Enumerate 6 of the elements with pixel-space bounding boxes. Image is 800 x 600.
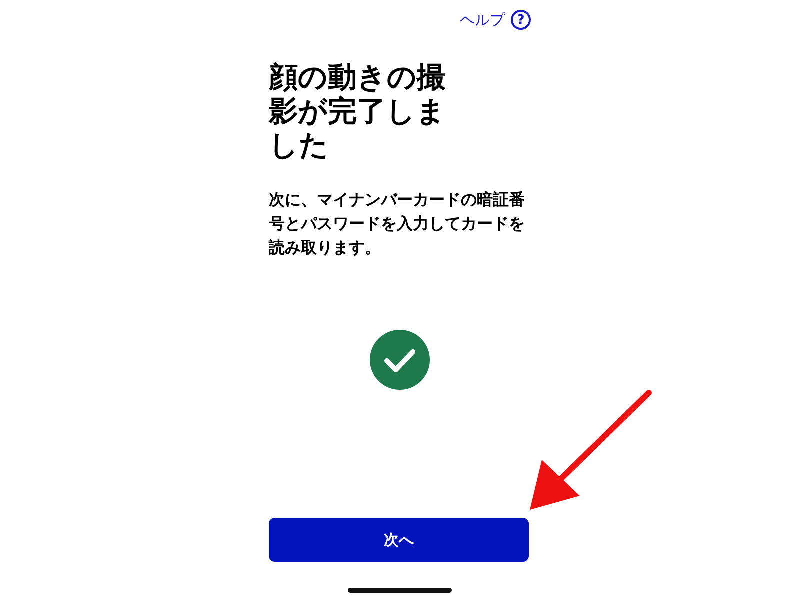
page-title: 顔の動きの撮影が完了しました <box>269 60 447 162</box>
help-link[interactable]: ヘルプ ? <box>460 8 531 32</box>
checkmark-icon <box>370 330 430 390</box>
help-icon: ? <box>511 10 531 30</box>
next-button[interactable]: 次へ <box>269 518 529 562</box>
description-text: 次に、マイナンバーカードの暗証番号とパスワードを入力してカードを読み取ります。 <box>269 189 526 259</box>
